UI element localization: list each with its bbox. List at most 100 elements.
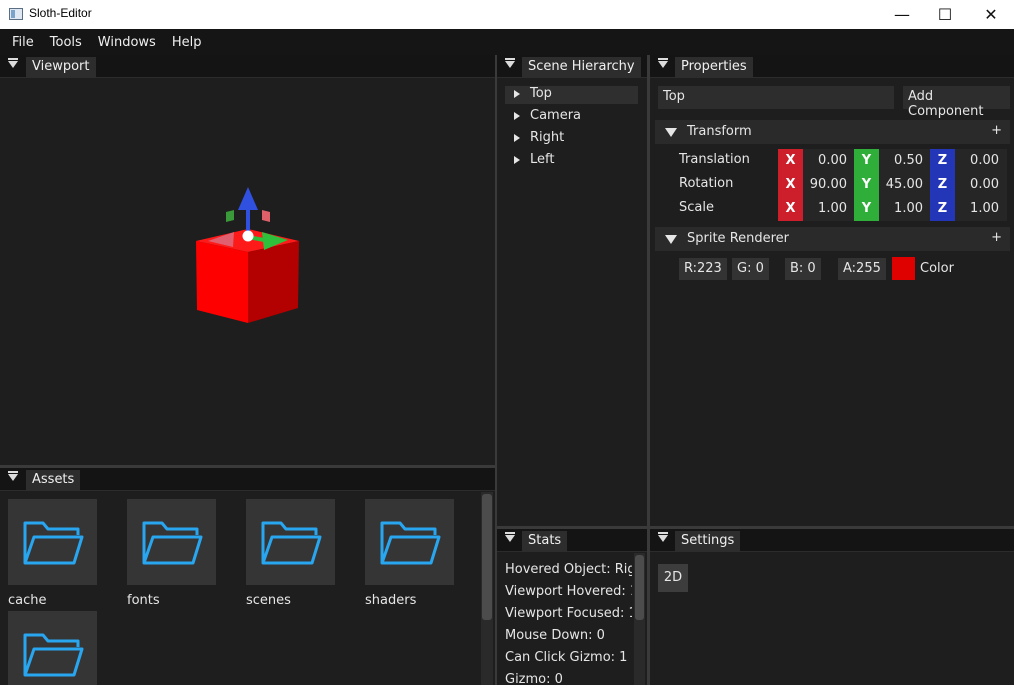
color-a-field[interactable]: A:255 [838,258,886,280]
menu-help[interactable]: Help [164,35,210,50]
rotation-x-field[interactable]: 90.00 [803,173,855,197]
minimize-button[interactable]: — [879,0,925,29]
viewport-panel: Viewport [0,55,495,465]
stat-viewport-focused: Viewport Focused: 1 [505,606,632,621]
rotation-z-button[interactable]: Z [930,173,955,197]
properties-panel: Properties Top Add Component Transform +… [650,55,1014,527]
tab-scene-hierarchy[interactable]: Scene Hierarchy [522,57,641,78]
mode-2d-button[interactable]: 2D [658,564,688,592]
rotation-y-button[interactable]: Y [854,173,879,197]
stat-viewport-hovered: Viewport Hovered: 1 [505,584,632,599]
stats-scrollbar[interactable] [634,553,645,685]
asset-folder-shaders[interactable]: shaders [365,499,455,608]
folder-icon [365,499,454,585]
asset-folder-scenes[interactable]: scenes [246,499,336,608]
asset-folder-5[interactable] [8,611,98,685]
dock-menu-icon[interactable] [8,471,18,481]
dock-menu-icon[interactable] [658,58,668,68]
app-icon [9,8,23,20]
collapse-triangle-icon[interactable] [665,128,677,137]
color-swatch[interactable] [892,257,915,280]
transform-header[interactable]: Transform + [655,120,1010,144]
tab-settings[interactable]: Settings [675,531,741,552]
caret-right-icon[interactable] [514,112,520,120]
viewport-tabbar: Viewport [0,55,495,78]
translation-label: Translation [679,152,750,167]
stat-can-click-gizmo: Can Click Gizmo: 1 [505,650,628,665]
tree-item-left[interactable]: Left [505,152,638,170]
caret-right-icon[interactable] [514,156,520,164]
asset-folder-cache[interactable]: cache [8,499,98,608]
translation-y-button[interactable]: Y [854,149,879,173]
sprite-renderer-add-icon[interactable]: + [991,230,1002,245]
scale-x-field[interactable]: 1.00 [803,197,855,221]
translation-z-button[interactable]: Z [930,149,955,173]
stat-mouse-down: Mouse Down: 0 [505,628,605,643]
translation-z-field[interactable]: 0.00 [955,149,1007,173]
tab-viewport[interactable]: Viewport [26,57,96,78]
cube-left-face [196,241,248,323]
transform-add-icon[interactable]: + [991,123,1002,138]
settings-tabbar: Settings [650,529,1014,552]
gizmo-plane-yz[interactable] [262,210,270,222]
close-button[interactable]: ✕ [968,0,1014,29]
tab-assets[interactable]: Assets [26,470,81,491]
scale-y-button[interactable]: Y [854,197,879,221]
asset-folder-fonts[interactable]: fonts [127,499,217,608]
scale-y-field[interactable]: 1.00 [879,197,931,221]
gizmo-center[interactable] [242,230,254,242]
folder-icon [8,499,97,585]
tab-stats[interactable]: Stats [522,531,568,552]
cube-right-face [248,241,299,323]
add-component-button[interactable]: Add Component [903,86,1010,119]
stats-panel: Stats Hovered Object: Righ Viewport Hove… [497,529,647,685]
color-b-field[interactable]: B: 0 [785,258,821,280]
tab-properties[interactable]: Properties [675,57,753,78]
menu-tools[interactable]: Tools [42,35,90,50]
tree-item-top[interactable]: Top [505,86,638,104]
scale-label: Scale [679,200,714,215]
dock-menu-icon[interactable] [505,58,515,68]
rotation-y-field[interactable]: 45.00 [879,173,931,197]
dock-menu-icon[interactable] [505,532,515,542]
menu-file[interactable]: File [4,35,42,50]
color-r-field[interactable]: R:223 [679,258,727,280]
maximize-button[interactable]: ☐ [922,0,968,29]
scene-render[interactable] [0,78,495,465]
properties-tabbar: Properties [650,55,1014,78]
object-name-input[interactable]: Top [658,86,894,109]
stat-gizmo: Gizmo: 0 [505,672,563,685]
translation-x-button[interactable]: X [778,149,803,173]
tree-item-camera[interactable]: Camera [505,108,638,126]
color-g-field[interactable]: G: 0 [732,258,769,280]
assets-scrollbar-thumb[interactable] [482,494,492,620]
viewport-canvas[interactable] [0,78,495,465]
scale-z-button[interactable]: Z [930,197,955,221]
tree-item-right[interactable]: Right [505,130,638,148]
menu-windows[interactable]: Windows [90,35,164,50]
rotation-z-field[interactable]: 0.00 [955,173,1007,197]
caret-right-icon[interactable] [514,90,520,98]
stats-scrollbar-thumb[interactable] [635,555,644,620]
folder-icon [8,611,97,685]
translation-y-field[interactable]: 0.50 [879,149,931,173]
translation-x-field[interactable]: 0.00 [803,149,855,173]
menu-bar: File Tools Windows Help [0,29,1014,55]
dock-menu-icon[interactable] [658,532,668,542]
caret-right-icon[interactable] [514,134,520,142]
dock-menu-icon[interactable] [8,58,18,68]
assets-splitter[interactable] [0,465,495,468]
assets-panel: Assets cache fonts scenes shaders [0,468,495,685]
rotation-x-button[interactable]: X [778,173,803,197]
stats-tabbar: Stats [497,529,647,552]
color-label: Color [920,261,954,276]
gizmo-arrow-y[interactable] [238,187,258,210]
settings-panel: Settings 2D [650,529,1014,685]
collapse-triangle-icon[interactable] [665,235,677,244]
assets-scrollbar[interactable] [481,492,493,685]
stat-hovered-object: Hovered Object: Righ [505,562,632,577]
scale-z-field[interactable]: 1.00 [955,197,1007,221]
sprite-renderer-header[interactable]: Sprite Renderer + [655,227,1010,251]
gizmo-plane-xy[interactable] [226,210,234,222]
scale-x-button[interactable]: X [778,197,803,221]
